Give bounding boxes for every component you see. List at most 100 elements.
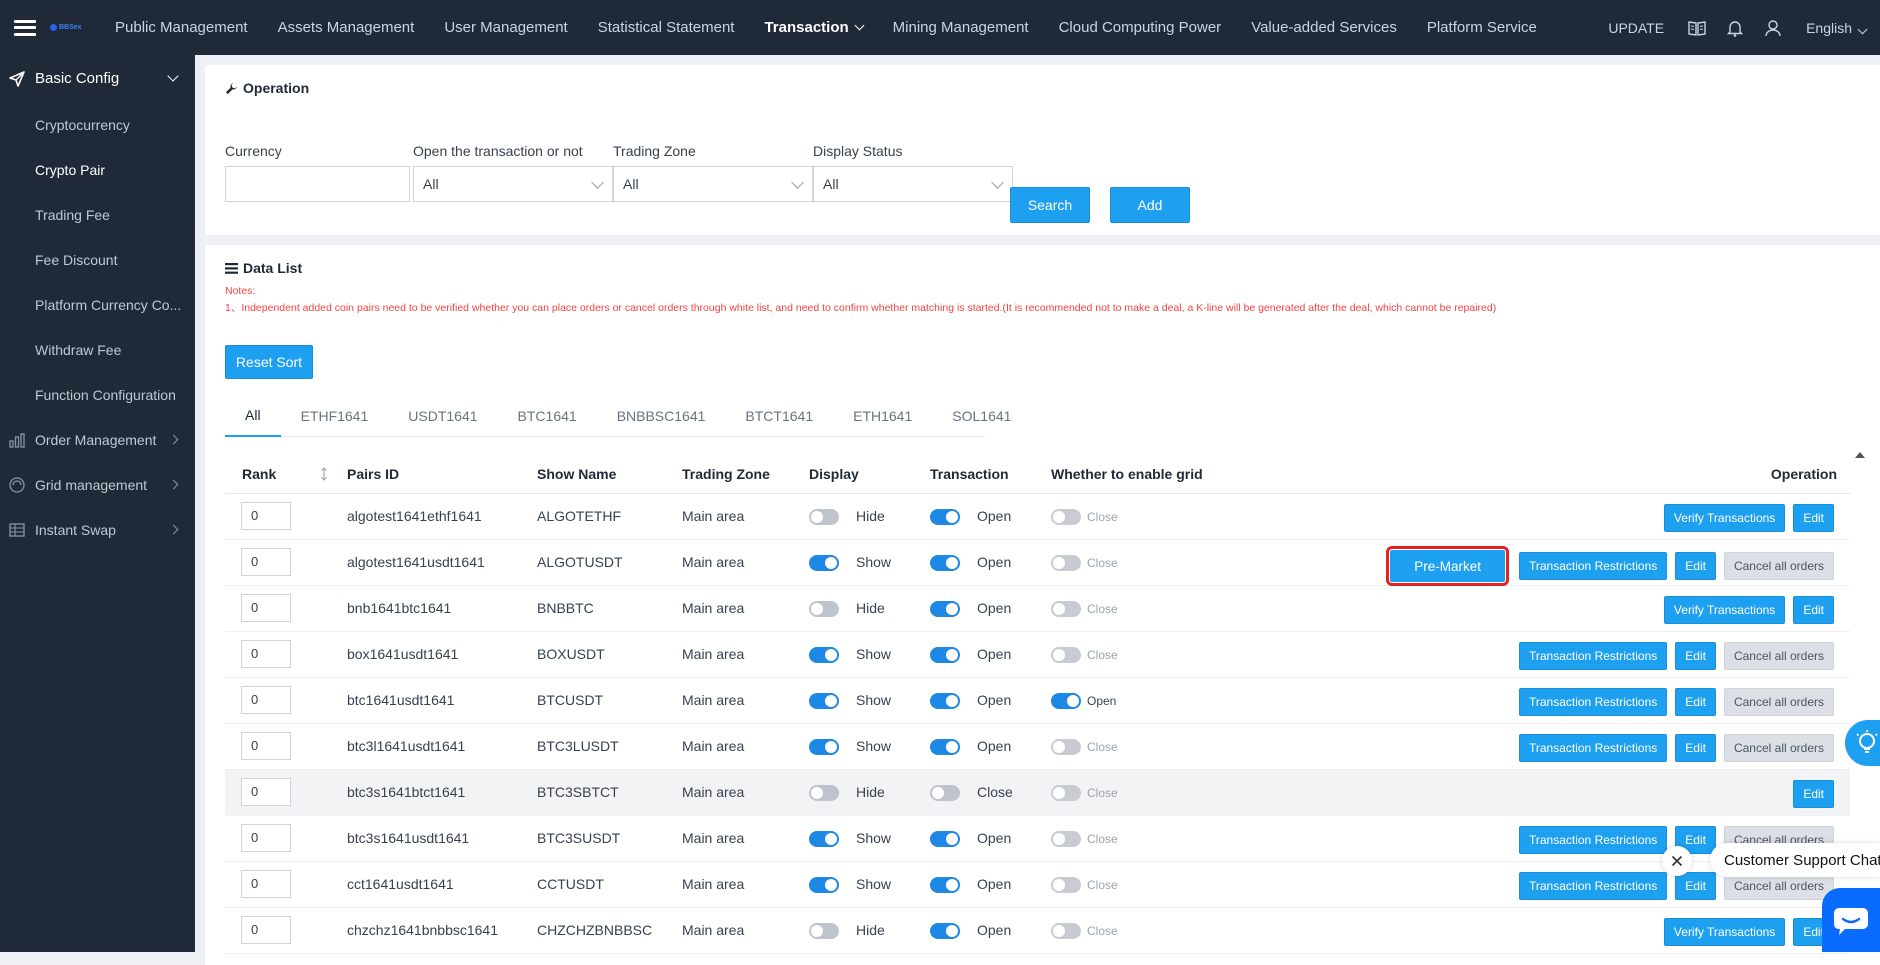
display-toggle[interactable]: [809, 877, 839, 893]
tab-bnbbsc1641[interactable]: BNBBSC1641: [597, 395, 726, 437]
edit-button[interactable]: Edit: [1675, 688, 1716, 716]
transaction-toggle[interactable]: [930, 601, 960, 617]
cancel-all-orders-button[interactable]: Cancel all orders: [1723, 642, 1834, 670]
display-toggle[interactable]: [809, 923, 839, 939]
grid-toggle[interactable]: [1051, 923, 1081, 939]
nav-item-assets-management[interactable]: Assets Management: [263, 0, 430, 55]
grid-toggle[interactable]: [1051, 877, 1081, 893]
grid-toggle[interactable]: [1051, 647, 1081, 663]
sidebar-item-platform-currency-co[interactable]: Platform Currency Co...: [0, 282, 195, 327]
verify-transactions-button[interactable]: Verify Transactions: [1663, 918, 1786, 946]
sidebar-group-order-management[interactable]: Order Management: [0, 417, 195, 462]
update-link[interactable]: UPDATE: [1608, 20, 1664, 36]
tab-usdt1641[interactable]: USDT1641: [388, 395, 497, 437]
transaction-toggle[interactable]: [930, 693, 960, 709]
rank-input[interactable]: 0: [241, 778, 291, 806]
language-select[interactable]: English: [1806, 20, 1868, 36]
display-toggle[interactable]: [809, 785, 839, 801]
grid-toggle[interactable]: [1051, 785, 1081, 801]
add-button[interactable]: Add: [1110, 187, 1190, 223]
display-toggle[interactable]: [809, 693, 839, 709]
transaction-toggle[interactable]: [930, 831, 960, 847]
sidebar-group-instant-swap[interactable]: Instant Swap: [0, 507, 195, 552]
sidebar-item-withdraw-fee[interactable]: Withdraw Fee: [0, 327, 195, 372]
rank-input[interactable]: 0: [241, 870, 291, 898]
sidebar-item-function-configuration[interactable]: Function Configuration: [0, 372, 195, 417]
rank-input[interactable]: 0: [241, 732, 291, 760]
cancel-all-orders-button[interactable]: Cancel all orders: [1723, 734, 1834, 762]
rank-input[interactable]: 0: [241, 640, 291, 668]
sidebar-item-crypto-pair[interactable]: Crypto Pair: [0, 147, 195, 192]
rank-input[interactable]: 0: [241, 548, 291, 576]
currency-input[interactable]: [225, 166, 410, 202]
transaction-restrictions-button[interactable]: Transaction Restrictions: [1518, 552, 1668, 580]
sidebar-section-basic-config[interactable]: Basic Config: [0, 55, 195, 102]
verify-transactions-button[interactable]: Verify Transactions: [1663, 596, 1786, 624]
reset-sort-button[interactable]: Reset Sort: [225, 345, 313, 379]
transaction-toggle[interactable]: [930, 509, 960, 525]
edit-button[interactable]: Edit: [1675, 734, 1716, 762]
nav-item-mining-management[interactable]: Mining Management: [878, 0, 1044, 55]
sort-icon[interactable]: [320, 467, 328, 481]
nav-item-platform-service[interactable]: Platform Service: [1412, 0, 1552, 55]
transaction-restrictions-button[interactable]: Transaction Restrictions: [1518, 688, 1668, 716]
display-toggle[interactable]: [809, 739, 839, 755]
transaction-restrictions-button[interactable]: Transaction Restrictions: [1518, 872, 1668, 900]
display-toggle[interactable]: [809, 601, 839, 617]
nav-item-value-added-services[interactable]: Value-added Services: [1236, 0, 1412, 55]
rank-input[interactable]: 0: [241, 824, 291, 852]
bell-icon[interactable]: [1725, 18, 1745, 38]
grid-toggle[interactable]: [1051, 509, 1081, 525]
tab-all[interactable]: All: [225, 395, 281, 437]
nav-item-transaction[interactable]: Transaction: [749, 0, 877, 55]
edit-button[interactable]: Edit: [1675, 872, 1716, 900]
chat-launcher-button[interactable]: [1822, 888, 1880, 952]
nav-item-user-management[interactable]: User Management: [429, 0, 582, 55]
nav-item-cloud-computing-power[interactable]: Cloud Computing Power: [1044, 0, 1237, 55]
open-transaction-select[interactable]: All: [413, 166, 613, 202]
transaction-toggle[interactable]: [930, 647, 960, 663]
col-rank[interactable]: Rank: [242, 466, 276, 482]
edit-button[interactable]: Edit: [1675, 552, 1716, 580]
transaction-toggle[interactable]: [930, 923, 960, 939]
grid-toggle[interactable]: [1051, 555, 1081, 571]
scroll-up-arrow[interactable]: [1855, 452, 1865, 458]
cancel-all-orders-button[interactable]: Cancel all orders: [1723, 688, 1834, 716]
cancel-all-orders-button[interactable]: Cancel all orders: [1723, 552, 1834, 580]
rank-input[interactable]: 0: [241, 916, 291, 944]
verify-transactions-button[interactable]: Verify Transactions: [1663, 504, 1786, 532]
display-toggle[interactable]: [809, 509, 839, 525]
tab-eth1641[interactable]: ETH1641: [833, 395, 932, 437]
grid-toggle[interactable]: [1051, 831, 1081, 847]
edit-button[interactable]: Edit: [1793, 504, 1834, 532]
transaction-restrictions-button[interactable]: Transaction Restrictions: [1518, 826, 1668, 854]
sidebar-item-trading-fee[interactable]: Trading Fee: [0, 192, 195, 237]
tab-btct1641[interactable]: BTCT1641: [725, 395, 833, 437]
book-icon[interactable]: [1687, 18, 1707, 38]
transaction-restrictions-button[interactable]: Transaction Restrictions: [1518, 642, 1668, 670]
menu-toggle-icon[interactable]: [14, 19, 36, 36]
display-toggle[interactable]: [809, 555, 839, 571]
chat-close-button[interactable]: [1662, 846, 1692, 876]
nav-item-statistical-statement[interactable]: Statistical Statement: [583, 0, 750, 55]
tab-ethf1641[interactable]: ETHF1641: [281, 395, 389, 437]
transaction-toggle[interactable]: [930, 739, 960, 755]
edit-button[interactable]: Edit: [1793, 780, 1834, 808]
transaction-restrictions-button[interactable]: Transaction Restrictions: [1518, 734, 1668, 762]
edit-button[interactable]: Edit: [1793, 596, 1834, 624]
rank-input[interactable]: 0: [241, 594, 291, 622]
sidebar-item-fee-discount[interactable]: Fee Discount: [0, 237, 195, 282]
transaction-toggle[interactable]: [930, 785, 960, 801]
trading-zone-select[interactable]: All: [613, 166, 813, 202]
customer-support-bubble[interactable]: Customer Support Chat: [1710, 843, 1880, 877]
tab-btc1641[interactable]: BTC1641: [498, 395, 597, 437]
display-status-select[interactable]: All: [813, 166, 1013, 202]
display-toggle[interactable]: [809, 831, 839, 847]
grid-toggle[interactable]: [1051, 739, 1081, 755]
rank-input[interactable]: 0: [241, 502, 291, 530]
sidebar-item-cryptocurrency[interactable]: Cryptocurrency: [0, 102, 195, 147]
grid-toggle[interactable]: [1051, 693, 1081, 709]
grid-toggle[interactable]: [1051, 601, 1081, 617]
transaction-toggle[interactable]: [930, 877, 960, 893]
edit-button[interactable]: Edit: [1675, 642, 1716, 670]
